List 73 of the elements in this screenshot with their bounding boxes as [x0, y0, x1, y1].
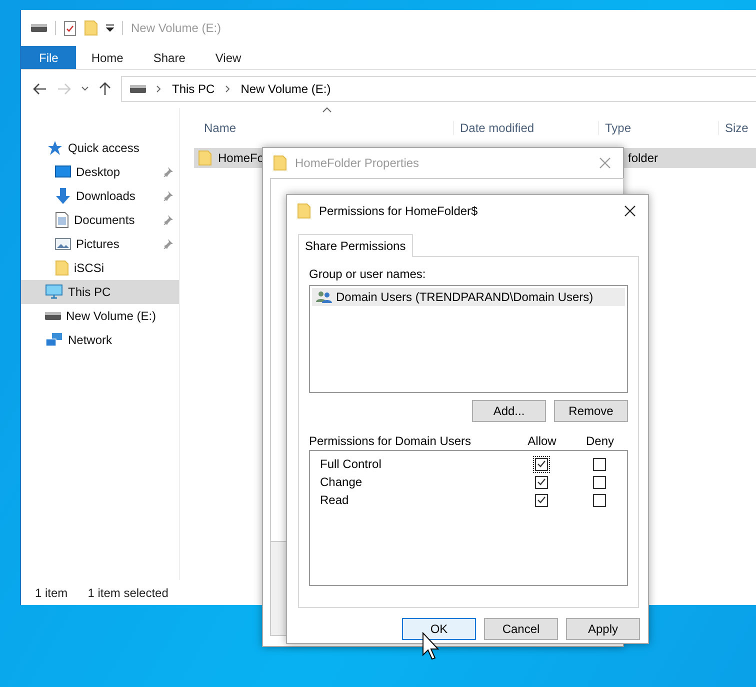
nav-item[interactable]: New Volume (E:) [21, 304, 179, 328]
properties-icon[interactable] [64, 20, 76, 36]
users-icon [316, 291, 332, 303]
drive-icon [31, 24, 47, 32]
tab[interactable]: Share Permissions [298, 234, 413, 257]
nav-item[interactable]: Pictures [21, 232, 179, 256]
computer-icon [45, 284, 63, 300]
checkmark-icon [536, 478, 546, 486]
dialog-button[interactable]: Cancel [484, 618, 558, 640]
column-header[interactable]: Size [725, 121, 748, 135]
dialog-button[interactable]: Apply [566, 618, 640, 640]
dialog-button[interactable]: Add... [472, 400, 546, 422]
checkbox[interactable] [532, 474, 550, 490]
up-icon[interactable] [99, 82, 111, 96]
dialog-title: HomeFolder Properties [295, 156, 420, 170]
ribbon-tab[interactable]: Home [76, 46, 138, 69]
status-text: 1 item selected [88, 586, 168, 600]
sort-caret-icon [322, 107, 332, 113]
checkbox[interactable] [590, 474, 608, 490]
checkmark-icon [536, 496, 546, 504]
picture-icon [55, 237, 71, 251]
close-icon[interactable] [624, 205, 636, 217]
checkbox[interactable] [590, 492, 608, 508]
folder-icon [198, 150, 212, 166]
dropdown-icon[interactable] [106, 24, 114, 32]
nav-item[interactable]: iSCSi [21, 256, 179, 280]
chevron-icon [156, 85, 162, 93]
nav-item[interactable]: Network [21, 328, 179, 352]
nav-item[interactable]: This PC [21, 280, 179, 304]
address-bar[interactable]: This PC New Volume (E:) [121, 76, 756, 102]
document-icon [55, 212, 69, 228]
recent-dropdown-icon[interactable] [81, 86, 89, 92]
permission-name: Change [320, 475, 364, 489]
folder-icon [55, 260, 69, 276]
checkmark-icon [536, 460, 546, 468]
new-folder-icon [84, 20, 98, 36]
breadcrumb-item[interactable]: New Volume (E:) [240, 82, 331, 96]
network-icon [45, 332, 63, 348]
user-item[interactable]: Domain Users (TRENDPARAND\Domain Users) [312, 288, 625, 306]
star-icon [47, 140, 63, 156]
permission-name: Read [320, 493, 350, 507]
nav-item[interactable]: Desktop [21, 160, 179, 184]
dialog-button[interactable]: OK [402, 618, 476, 640]
checkbox[interactable] [532, 492, 550, 508]
dialog-button[interactable]: Remove [554, 400, 628, 422]
group-label: Group or user names: [309, 267, 427, 281]
back-icon[interactable] [33, 83, 47, 95]
column-header[interactable]: Type [605, 121, 632, 135]
column-header[interactable]: Date modified [460, 121, 534, 135]
checkbox[interactable] [590, 456, 608, 472]
breadcrumb-item[interactable]: This PC [172, 82, 215, 96]
column-header[interactable]: Name [204, 121, 236, 135]
column-header: Deny [584, 434, 615, 448]
column-header: Allow [526, 434, 558, 448]
ribbon-tab[interactable]: Share [138, 46, 200, 69]
folder-icon [297, 203, 311, 219]
status-text: 1 item [35, 586, 68, 600]
chevron-icon [224, 85, 231, 93]
nav-item[interactable]: Downloads [21, 184, 179, 208]
permission-name: Full Control [320, 457, 382, 471]
drive-icon [130, 85, 146, 93]
dialog-title: Permissions for HomeFolder$ [319, 204, 478, 218]
ribbon-tab[interactable]: View [200, 46, 256, 69]
checkbox[interactable] [532, 456, 550, 472]
ribbon-tab[interactable]: File [21, 46, 76, 69]
window-title: New Volume (E:) [131, 21, 222, 35]
nav-item[interactable]: Documents [21, 208, 179, 232]
folder-icon [273, 155, 287, 171]
download-arrow-icon [55, 188, 71, 204]
desktop-icon [55, 165, 71, 179]
drive-icon [45, 312, 61, 320]
permissions-label: Permissions for Domain Users [309, 434, 472, 448]
nav-item[interactable]: Quick access [21, 136, 179, 160]
